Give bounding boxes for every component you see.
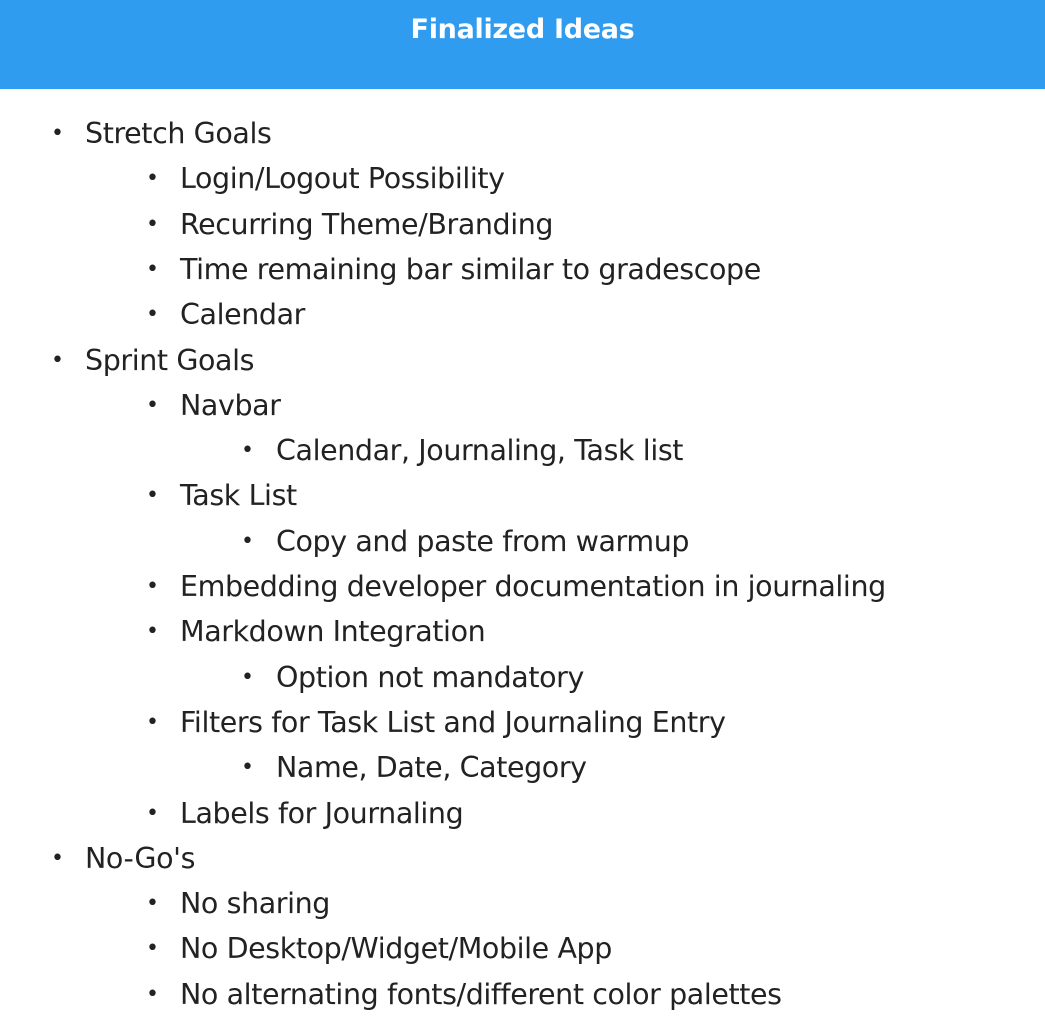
list-item-label: Sprint Goals	[85, 343, 255, 377]
list-item: • Option not mandatory	[0, 655, 1045, 700]
bullet-icon: •	[146, 166, 159, 192]
page-title: Finalized Ideas	[410, 14, 635, 45]
list-item: • Markdown Integration	[0, 609, 1045, 654]
list-item-label: Option not mandatory	[276, 660, 584, 694]
list-item: • Sprint Goals	[0, 338, 1045, 383]
list-item: • Labels for Journaling	[0, 791, 1045, 836]
list-item: • Calendar	[0, 292, 1045, 337]
list-item: • Stretch Goals	[0, 111, 1045, 156]
bullet-icon: •	[146, 619, 159, 645]
list-item-label: No-Go's	[85, 841, 196, 875]
bullet-icon: •	[146, 211, 159, 237]
list-item: • Task List	[0, 473, 1045, 518]
list-item: • No-Go's	[0, 836, 1045, 881]
list-item-label: Task List	[180, 479, 297, 513]
list-item: • No alternating fonts/different color pa…	[0, 972, 1045, 1017]
bullet-icon: •	[146, 891, 159, 917]
bullet-icon: •	[241, 438, 254, 464]
list-item-label: No alternating fonts/different color pal…	[180, 977, 782, 1011]
bullet-icon: •	[241, 755, 254, 781]
list-item: • No sharing	[0, 881, 1045, 926]
bullet-icon: •	[146, 574, 159, 599]
bullet-icon: •	[146, 709, 159, 735]
list-item-label: Markdown Integration	[180, 615, 486, 649]
list-item-label: Login/Logout Possibility	[180, 162, 505, 196]
list-item-label: Copy and paste from warmup	[276, 524, 690, 558]
bullet-icon: •	[51, 121, 64, 146]
list-item-label: Calendar, Journaling, Task list	[276, 434, 684, 468]
list-item: • Embedding developer documentation in jo…	[0, 564, 1045, 609]
list-item-label: Time remaining bar similar to gradescope	[180, 252, 761, 286]
list-item-label: Filters for Task List and Journaling Ent…	[180, 705, 726, 739]
bullet-icon: •	[146, 981, 159, 1007]
bullet-icon: •	[146, 800, 159, 826]
bullet-icon: •	[146, 483, 159, 509]
bullet-icon: •	[146, 302, 159, 328]
list-item-label: No sharing	[180, 887, 330, 921]
list-item-label: Embedding developer documentation in jou…	[180, 570, 886, 603]
list-item-label: Stretch Goals	[85, 117, 272, 150]
list-item: • No Desktop/Widget/Mobile App	[0, 926, 1045, 971]
list-item: • Time remaining bar similar to gradescop…	[0, 247, 1045, 292]
bullet-icon: •	[51, 347, 64, 373]
list-item-label: Recurring Theme/Branding	[180, 207, 554, 241]
list-item: • Recurring Theme/Branding	[0, 202, 1045, 247]
bullet-icon: •	[241, 664, 254, 690]
list-item: • Copy and paste from warmup	[0, 519, 1045, 564]
list-item-label: Labels for Journaling	[180, 796, 464, 830]
bullet-icon: •	[146, 936, 159, 962]
bullet-icon: •	[146, 392, 159, 418]
list-item: • Name, Date, Category	[0, 745, 1045, 790]
header-bar: Finalized Ideas	[0, 0, 1045, 89]
bullet-icon: •	[146, 256, 159, 282]
list-item-label: Name, Date, Category	[276, 751, 587, 785]
list-item: • Login/Logout Possibility	[0, 156, 1045, 201]
list-item-label: No Desktop/Widget/Mobile App	[180, 932, 612, 966]
bullet-icon: •	[51, 845, 64, 871]
list-item: • Navbar	[0, 383, 1045, 428]
list-item-label: Calendar	[180, 298, 305, 332]
list-item: • Filters for Task List and Journaling En…	[0, 700, 1045, 745]
bullet-icon: •	[241, 528, 254, 554]
list-item: • Calendar, Journaling, Task list	[0, 428, 1045, 473]
list-item-label: Navbar	[180, 388, 281, 422]
